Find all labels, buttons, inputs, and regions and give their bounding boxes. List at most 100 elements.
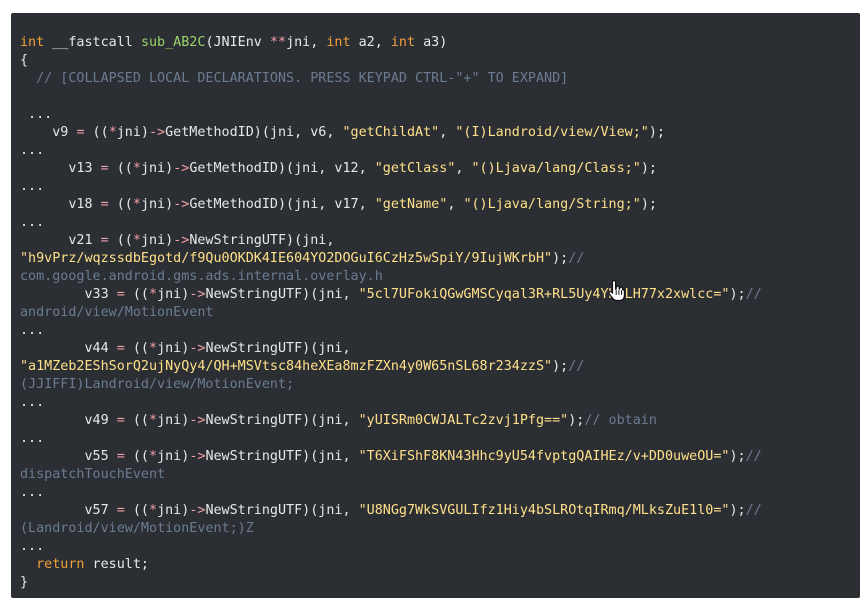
operator-token: -> [173,161,190,176]
keyword-token: int [20,35,45,50]
code-token: v21 [20,233,101,248]
code-line[interactable]: { [20,52,762,70]
code-line[interactable]: dispatchTouchEvent [20,466,762,484]
code-token: (( [124,413,149,428]
code-token: a2, [350,35,391,50]
pseudocode-listing[interactable]: int __fastcall sub_AB2C(JNIEnv **jni, in… [20,34,762,592]
code-line[interactable]: ... [20,214,762,232]
code-token: __fastcall [44,35,141,50]
code-line[interactable]: "h9vPrz/wqzssdbEgotd/f9Qu0OKDK4IE604YO2D… [20,250,762,268]
code-token: ); [729,449,746,464]
code-token: ... [20,215,45,230]
code-token: v55 [20,449,117,464]
string-literal-token: "()Ljava/lang/String;" [463,197,641,212]
code-token: (( [124,341,149,356]
code-token: jni) [140,197,174,212]
comment-token: dispatchTouchEvent [20,467,166,482]
code-line[interactable]: com.google.android.gms.ads.internal.over… [20,268,762,286]
code-line[interactable]: ... [20,322,762,340]
code-line[interactable]: v21 = ((*jni)->NewStringUTF)(jni, [20,232,762,250]
comment-token: // obtain [584,413,657,428]
code-token: NewStringUTF)(jni, [205,449,359,464]
code-token: jni) [157,413,190,428]
code-token: (( [124,503,149,518]
code-line[interactable]: ... [20,142,762,160]
code-token: ); [640,197,657,212]
keyword-token: int [326,35,351,50]
string-literal-token: "()Ljava/lang/Class;" [471,161,641,176]
code-line[interactable]: // [COLLAPSED LOCAL DECLARATIONS. PRESS … [20,70,762,88]
operator-token: -> [189,503,206,518]
code-line[interactable]: v55 = ((*jni)->NewStringUTF)(jni, "T6XiF… [20,448,761,466]
code-token: jni) [157,449,190,464]
code-token: ... [20,323,45,338]
code-token: v18 [20,197,101,212]
code-line[interactable]: return result; [20,556,762,574]
code-line[interactable]: ... [20,484,762,502]
operator-token: = [76,125,85,140]
code-token: (( [124,287,149,302]
code-token: (JNIEnv [205,35,270,50]
operator-token: = [116,413,125,428]
comment-token: // [568,359,585,374]
code-token: v33 [20,287,117,302]
code-line[interactable]: ... [20,106,762,124]
code-token: ); [640,161,657,176]
comment-token: // [745,287,762,302]
code-token: ); [552,251,569,266]
code-token: ); [729,287,746,302]
code-line[interactable]: (JJIFFI)Landroid/view/MotionEvent; [20,376,762,394]
code-token: GetMethodID)(jni, v12, [189,161,375,176]
operator-token: = [116,341,125,356]
code-token: (( [84,125,109,140]
code-token: NewStringUTF)(jni, [189,233,335,248]
code-token: ... [20,431,45,446]
code-line[interactable]: } [20,574,762,592]
operator-token: * [149,449,158,464]
code-line[interactable]: int __fastcall sub_AB2C(JNIEnv **jni, in… [20,34,762,52]
code-line[interactable]: ... [20,394,762,412]
code-line[interactable]: v18 = ((*jni)->GetMethodID)(jni, v17, "g… [20,196,762,214]
operator-token: * [149,287,158,302]
comment-token: (JJIFFI)Landroid/view/MotionEvent; [20,377,295,392]
code-token: NewStringUTF)(jni, [205,287,359,302]
code-line[interactable]: ... [20,430,762,448]
code-token: ... [20,179,45,194]
code-line[interactable]: v44 = ((*jni)->NewStringUTF)(jni, [20,340,762,358]
operator-token: -> [189,341,206,356]
code-token: result; [84,557,149,572]
operator-token: -> [189,287,206,302]
code-line[interactable]: ... [20,538,762,556]
operator-token: * [149,413,158,428]
code-token: ... [20,143,45,158]
code-line[interactable]: ... [20,178,762,196]
code-token: NewStringUTF)(jni, [205,503,359,518]
string-literal-token: "getChildAt" [342,125,440,140]
operator-token: = [100,233,109,248]
code-token: jni) [140,161,174,176]
code-line[interactable]: v13 = ((*jni)->GetMethodID)(jni, v12, "g… [20,160,762,178]
code-line[interactable]: v9 = ((*jni)->GetMethodID)(jni, v6, "get… [20,124,762,142]
code-line[interactable]: v57 = ((*jni)->NewStringUTF)(jni, "U8NGg… [20,502,761,520]
code-editor[interactable]: int __fastcall sub_AB2C(JNIEnv **jni, in… [11,13,860,598]
code-line[interactable]: v33 = ((*jni)->NewStringUTF)(jni, "5cl7U… [20,286,762,304]
keyword-token: int [390,35,416,50]
code-line[interactable]: (Landroid/view/MotionEvent;)Z [20,520,762,538]
code-token: NewStringUTF)(jni, [205,413,359,428]
code-token: ... [20,395,45,410]
code-token: jni) [116,125,149,140]
operator-token: -> [173,233,190,248]
code-token: ... [20,485,45,500]
code-token: ); [568,413,585,428]
code-line[interactable]: "a1MZeb2EShSorQ2ujNyQy4/QH+MSVtsc84heXEa… [20,358,762,376]
code-token: jni) [157,287,190,302]
code-token: jni) [157,341,190,356]
code-line[interactable] [20,88,762,106]
code-line[interactable]: v49 = ((*jni)->NewStringUTF)(jni, "yUISR… [20,412,762,430]
code-token: (( [108,161,133,176]
code-line[interactable]: android/view/MotionEvent [20,304,762,322]
code-token: { [20,53,29,68]
function-name-token: sub_AB2C [140,35,206,50]
string-literal-token: "getName" [374,197,448,212]
hand-pointer-icon [608,279,625,301]
